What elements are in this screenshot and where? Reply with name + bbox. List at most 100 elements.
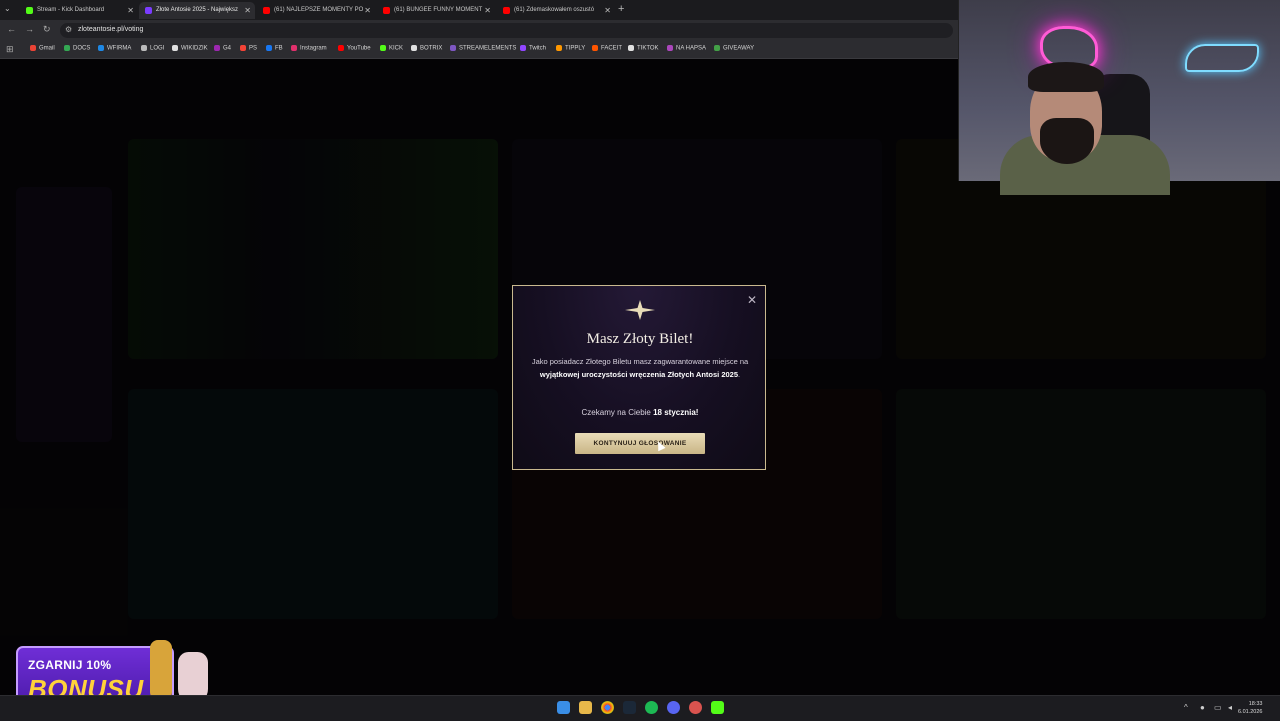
sparkle-icon (625, 300, 655, 320)
youtube-icon (338, 45, 344, 51)
spotify-icon[interactable] (645, 701, 658, 714)
steam-icon[interactable] (623, 701, 636, 714)
bookmark-tipply[interactable]: TIPPLY (556, 45, 585, 52)
microphone-icon[interactable]: ● (1200, 703, 1205, 712)
tab-title: (61) Zdemaskowałem oszustó (514, 7, 595, 13)
streamelements-icon (450, 45, 456, 51)
streamer-beard (1040, 118, 1094, 164)
bookmark-fb[interactable]: FB (266, 45, 283, 52)
bookmark-label: Gmail (39, 45, 55, 52)
new-tab-icon[interactable]: + (618, 3, 624, 15)
bookmark-label: DOCS (73, 45, 91, 52)
tipply-icon (556, 45, 562, 51)
continue-voting-button[interactable]: KONTYNUUJ GŁOSOWANIE (575, 433, 705, 454)
bookmark-docs[interactable]: DOCS (64, 45, 90, 52)
tab-youtube-najlepsze[interactable]: (61) NAJLEPSZE MOMENTY PO ✕ (257, 2, 375, 19)
bookmark-label: KICK (389, 45, 404, 52)
botrix-icon (411, 45, 417, 51)
modal-body-text: Jako posiadacz Złotego Biletu masz zagwa… (531, 357, 749, 366)
streamer-hair (1028, 62, 1104, 92)
clock-time: 18:33 (1248, 701, 1263, 707)
bookmark-ps[interactable]: PS (240, 45, 257, 52)
tab-youtube-bungee[interactable]: (61) BUNGEE FUNNY MOMENT ✕ (377, 2, 495, 19)
bookmark-youtube[interactable]: YouTube (338, 45, 371, 52)
modal-body-end: . (738, 369, 741, 379)
gold-figure-icon (150, 640, 172, 700)
chrome-icon[interactable] (601, 701, 614, 714)
app-icon[interactable] (689, 701, 702, 714)
file-explorer-icon[interactable] (579, 701, 592, 714)
logi-icon (141, 45, 147, 51)
facebook-icon (266, 45, 272, 51)
bookmark-instagram[interactable]: Instagram (291, 45, 327, 52)
tab-title: (61) NAJLEPSZE MOMENTY PO (274, 7, 364, 13)
bookmark-streamelements[interactable]: STREAMELEMENTS (450, 45, 516, 52)
close-tab-icon[interactable]: ✕ (484, 2, 491, 19)
bookmark-gmail[interactable]: Gmail (30, 45, 55, 52)
tiktok-icon (628, 45, 634, 51)
site-favicon-icon (145, 7, 152, 14)
discord-icon[interactable] (667, 701, 680, 714)
bookmark-label: BOTRIX (420, 45, 443, 52)
bookmark-wfirma[interactable]: WFIRMA (98, 45, 131, 52)
reload-icon[interactable]: ↻ (43, 24, 51, 35)
bookmark-twitch[interactable]: Twitch (520, 45, 546, 52)
forward-icon[interactable]: → (25, 24, 34, 34)
youtube-favicon-icon (503, 7, 510, 14)
bookmark-g4[interactable]: G4 (214, 45, 231, 52)
system-clock[interactable]: 18:33 6.01.2026 (1238, 700, 1262, 716)
kick-icon (380, 45, 386, 51)
tab-zlote-antosie[interactable]: Złote Antosie 2025 - Największ ✕ (139, 2, 255, 19)
url-input[interactable]: ⚙ zloteantosie.pl/voting (60, 23, 953, 38)
windows-start-icon[interactable] (557, 701, 570, 714)
url-text: zloteantosie.pl/voting (78, 26, 144, 33)
tab-title: Złote Antosie 2025 - Największ (156, 7, 239, 13)
tab-youtube-zdemaskowalem[interactable]: (61) Zdemaskowałem oszustó ✕ (497, 2, 615, 19)
network-icon[interactable]: ▭ (1214, 703, 1222, 712)
tab-kick-dashboard[interactable]: Stream - Kick Dashboard ✕ (20, 2, 138, 19)
bookmark-label: GIVEAWAY (723, 45, 755, 52)
bookmark-faceit[interactable]: FACEIT (592, 45, 622, 52)
bookmark-wikidzik[interactable]: WIKIDZIK (172, 45, 208, 52)
clock-date: 6.01.2026 (1238, 709, 1263, 715)
bookmark-botrix[interactable]: BOTRIX (411, 45, 442, 52)
bookmark-logi[interactable]: LOGI (141, 45, 164, 52)
ps-icon (240, 45, 246, 51)
bookmark-kick[interactable]: KICK (380, 45, 403, 52)
tray-chevron-icon[interactable]: ^ (1184, 703, 1188, 712)
bookmark-label: YouTube (347, 45, 371, 52)
wikidzik-icon (172, 45, 178, 51)
modal-title: Masz Złoty Bilet! (586, 331, 694, 347)
bookmark-label: TIPPLY (565, 45, 586, 52)
tab-search-icon[interactable]: ⌄ (4, 4, 11, 13)
bookmark-label: STREAMELEMENTS (459, 45, 517, 52)
giveaway-icon (714, 45, 720, 51)
bookmark-label: NA HAPSA (676, 45, 707, 52)
bonus-line1: ZGARNIJ 10% (28, 658, 112, 672)
twitch-icon (520, 45, 526, 51)
wfirma-icon (98, 45, 104, 51)
kick-app-icon[interactable] (711, 701, 724, 714)
close-tab-icon[interactable]: ✕ (364, 2, 371, 19)
bookmark-na-hapsa[interactable]: NA HAPSA (667, 45, 706, 52)
bookmark-giveaway[interactable]: GIVEAWAY (714, 45, 754, 52)
date-prefix: Czekamy na Ciebie (581, 408, 654, 417)
volume-icon[interactable]: ◂ (1228, 703, 1232, 712)
back-icon[interactable]: ← (7, 24, 16, 34)
apps-grid-icon[interactable]: ⊞ (6, 44, 14, 55)
close-tab-icon[interactable]: ✕ (604, 2, 611, 19)
bookmark-label: FACEIT (601, 45, 623, 52)
site-info-icon[interactable]: ⚙ (65, 25, 72, 34)
bookmark-label: WFIRMA (107, 45, 132, 52)
neon-sign-blue (1185, 44, 1259, 72)
close-tab-icon[interactable]: ✕ (127, 2, 134, 19)
bookmark-label: WIKIDZIK (181, 45, 208, 52)
bookmark-label: LOGI (150, 45, 165, 52)
close-tab-icon[interactable]: ✕ (244, 2, 251, 19)
close-icon[interactable]: ✕ (747, 293, 757, 307)
bookmark-label: Twitch (529, 45, 547, 52)
modal-body: Jako posiadacz Złotego Biletu masz zagwa… (529, 356, 751, 381)
golden-ticket-modal: ✕ Masz Złoty Bilet! Jako posiadacz Złote… (512, 285, 766, 470)
bookmark-tiktok[interactable]: TIKTOK (628, 45, 659, 52)
instagram-icon (291, 45, 297, 51)
